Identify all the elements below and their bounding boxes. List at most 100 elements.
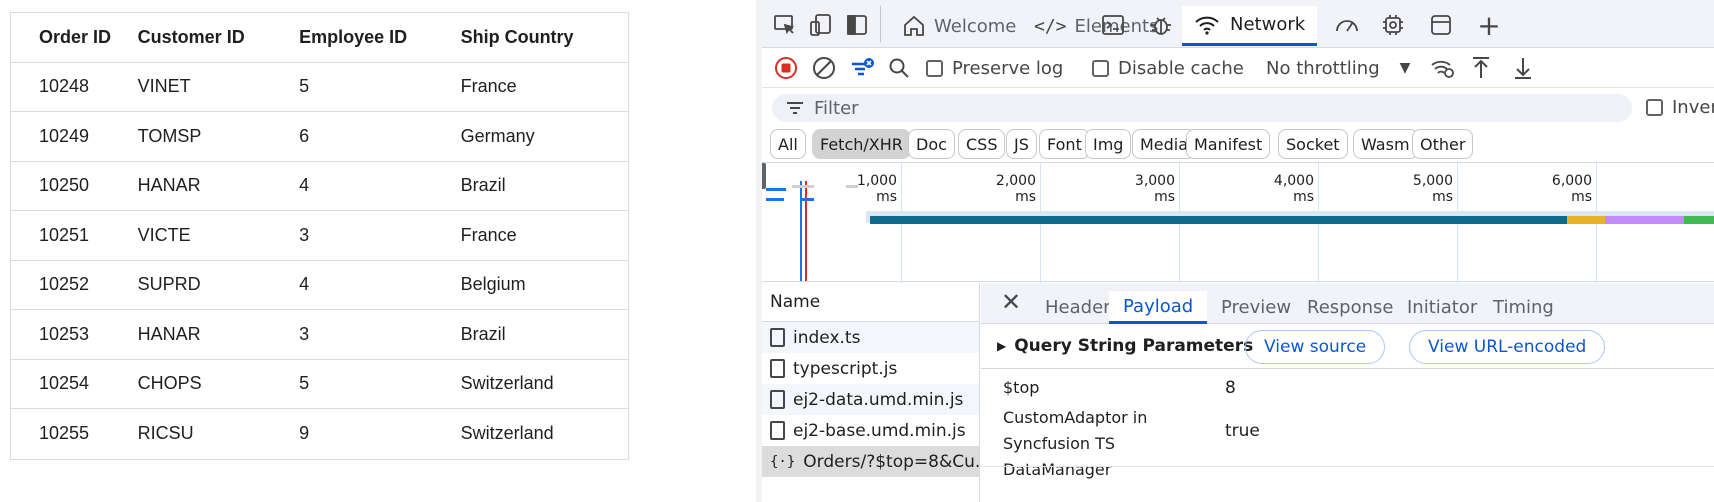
import-har-icon[interactable] [1470,56,1492,80]
request-bar [846,185,858,188]
clear-icon[interactable] [812,56,836,80]
timeline-overview[interactable]: 1,000 ms 2,000 ms 3,000 ms 4,000 ms 5,000 ms… [762,162,1714,283]
type-filter-other[interactable]: Other [1412,129,1474,159]
cell-employee-id: 6 [299,125,310,146]
view-source-button[interactable]: View source [1245,330,1386,364]
type-filter-all[interactable]: All [770,129,806,159]
name-column-header[interactable]: Name [762,283,979,322]
throttling-select[interactable]: No throttling ▼ [1266,56,1410,80]
table-row[interactable]: 10253 HANAR 3 Brazil [11,310,628,360]
invert-label: Inver [1672,97,1714,118]
waterfall-done-bar [1684,216,1714,224]
fetch-request-icon: {·} [770,453,796,470]
query-params-list: $top 8 CustomAdaptor in Syncfusion TS Da… [981,369,1714,479]
console-icon[interactable] [1100,12,1126,38]
device-emulation-icon[interactable] [808,12,834,38]
expand-triangle-icon: ▶ [997,339,1007,353]
timeline-handle[interactable] [762,163,766,189]
type-filter-js[interactable]: JS [1006,129,1037,159]
request-row[interactable]: ej2-base.umd.min.js [762,415,979,446]
table-row[interactable]: 10250 HANAR 4 Brazil [11,162,628,211]
checkbox-box [1092,59,1109,77]
request-row[interactable]: {·} Orders/?$top=8&Cu... [762,446,979,477]
column-header-order-id[interactable]: Order ID [11,27,138,48]
throttling-value: No throttling [1266,57,1380,79]
detail-tab-initiator[interactable]: Initiator [1393,291,1491,324]
devtools-tab-bar: Welcome </> Elements Network + [762,0,1714,48]
cell-employee-id: 5 [299,373,310,394]
tab-elements[interactable]: </> Elements [1026,6,1166,46]
view-url-encoded-button[interactable]: View URL-encoded [1409,330,1606,364]
cell-ship-country: Switzerland [460,423,554,444]
detail-tab-preview[interactable]: Preview [1207,291,1305,324]
request-name-column: Name index.ts typescript.js ej2-data.umd.m… [762,283,980,502]
type-filter-wasm[interactable]: Wasm [1353,129,1418,159]
preserve-log-checkbox[interactable]: Preserve log [926,56,1063,80]
bug-icon[interactable] [1148,12,1174,38]
filter-toggle-icon[interactable] [850,56,876,80]
export-har-icon[interactable] [1512,56,1534,80]
waterfall-ttfb-bar [1567,216,1605,224]
record-icon[interactable] [774,56,798,80]
type-filter-css[interactable]: CSS [958,129,1006,159]
detail-tab-timing[interactable]: Timing [1479,291,1568,324]
disable-cache-checkbox[interactable]: Disable cache [1092,56,1244,80]
type-filter-fetchxhr[interactable]: Fetch/XHR [812,129,911,159]
column-header-employee-id[interactable]: Employee ID [299,27,460,48]
request-name: typescript.js [793,358,898,379]
timeline-tick-label: 2,000 ms [995,173,1036,205]
type-filter-img[interactable]: Img [1085,129,1132,159]
type-filter-socket[interactable]: Socket [1278,129,1348,159]
cell-employee-id: 5 [299,76,310,97]
orders-grid: Order ID Customer ID Employee ID Ship Co… [10,12,629,460]
table-row[interactable]: 10249 TOMSP 6 Germany [11,112,628,162]
load-event-marker [805,181,807,281]
request-area: Name index.ts typescript.js ej2-data.umd.m… [762,283,1714,502]
tab-welcome[interactable]: Welcome [894,6,1024,46]
network-conditions-icon[interactable] [1430,56,1456,80]
cell-ship-country: Brazil [460,323,506,344]
request-row[interactable]: typescript.js [762,353,979,384]
cell-order-id: 10248 [39,76,90,97]
application-icon[interactable] [1428,12,1454,38]
timeline-tick-label: 6,000 ms [1551,173,1592,205]
table-row[interactable]: 10252 SUPRD 4 Belgium [11,261,628,310]
request-bar [802,198,814,201]
dock-side-icon[interactable] [844,12,870,38]
column-header-ship-country[interactable]: Ship Country [461,27,628,48]
type-filter-manifest[interactable]: Manifest [1186,129,1271,159]
request-row[interactable]: ej2-data.umd.min.js [762,384,979,415]
memory-icon[interactable] [1380,12,1406,38]
tab-network[interactable]: Network [1182,6,1318,46]
inspect-element-icon[interactable] [772,12,798,38]
search-icon[interactable] [888,56,910,80]
filter-input[interactable]: Filter [772,94,1632,122]
column-header-customer-id[interactable]: Customer ID [138,27,299,48]
type-filter-font[interactable]: Font [1039,129,1090,159]
request-row[interactable]: index.ts [762,322,979,353]
table-row[interactable]: 10251 VICTE 3 France [11,211,628,261]
query-string-title: Query String Parameters [1014,336,1254,356]
performance-icon[interactable] [1334,12,1360,38]
close-icon[interactable]: ✕ [1001,290,1021,314]
detail-tab-response[interactable]: Response [1293,291,1407,324]
table-row[interactable]: 10255 RICSU 9 Switzerland [11,409,628,459]
file-icon [770,421,785,440]
devtools-panel: Welcome </> Elements Network + Preserve … [762,0,1714,502]
cell-employee-id: 4 [299,175,310,196]
table-row[interactable]: 10254 CHOPS 5 Switzerland [11,360,628,409]
divider [981,466,1714,467]
detail-tab-payload[interactable]: Payload [1109,291,1208,324]
filter-placeholder: Filter [814,97,859,119]
type-filter-doc[interactable]: Doc [908,129,955,159]
cell-ship-country: Belgium [460,274,526,295]
query-string-section-toggle[interactable]: ▶ Query String Parameters [997,336,1253,356]
request-detail: ✕ Headers Payload Preview Response Initiator… [981,283,1714,502]
tab-network-label: Network [1230,14,1306,35]
resource-type-filters: All Fetch/XHR Doc CSS JS Font Img Media Manifest… [762,126,1714,162]
detail-tab-bar: ✕ Headers Payload Preview Response Initiator… [981,283,1714,324]
table-row[interactable]: 10248 VINET 5 France [11,63,628,112]
home-icon [904,15,924,36]
more-tabs-plus-icon[interactable]: + [1476,9,1502,42]
invert-checkbox[interactable]: Inver [1646,97,1714,118]
